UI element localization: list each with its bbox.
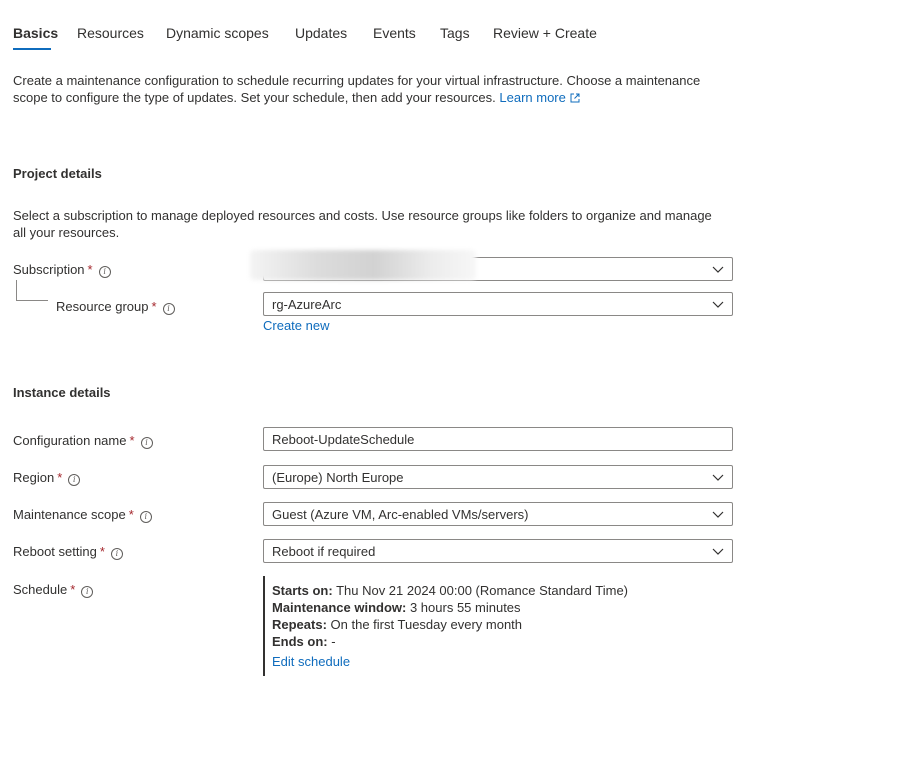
learn-more-label: Learn more [499, 90, 566, 105]
project-details-heading: Project details [13, 166, 102, 181]
schedule-window: Maintenance window: 3 hours 55 minutes [272, 599, 628, 616]
schedule-label-text: Schedule [13, 582, 68, 597]
info-icon[interactable]: i [139, 511, 152, 523]
edit-schedule-link[interactable]: Edit schedule [272, 654, 350, 669]
info-icon[interactable]: i [81, 586, 94, 598]
repeats-label: Repeats: [272, 617, 327, 632]
schedule-ends: Ends on: - [272, 633, 628, 650]
reboot-setting-dropdown[interactable]: Reboot if required [263, 539, 733, 563]
schedule-label: Schedule * i [13, 582, 94, 598]
schedule-summary: Starts on: Thu Nov 21 2024 00:00 (Romanc… [272, 582, 628, 670]
repeats-value: On the first Tuesday every month [330, 617, 523, 632]
redacted-subscription [250, 250, 476, 280]
resource-group-label-text: Resource group [56, 299, 149, 314]
schedule-repeats: Repeats: On the first Tuesday every mont… [272, 616, 628, 633]
intro-description: Create a maintenance configuration to sc… [13, 73, 701, 105]
info-icon[interactable]: i [68, 474, 81, 486]
configuration-name-label-text: Configuration name [13, 433, 127, 448]
info-icon[interactable]: i [110, 548, 123, 560]
create-new-link[interactable]: Create new [263, 318, 329, 333]
chevron-down-icon [712, 511, 724, 518]
resource-group-label: Resource group * i [56, 299, 175, 315]
maintenance-scope-label-text: Maintenance scope [13, 507, 126, 522]
chevron-down-icon [712, 474, 724, 481]
project-details-description: Select a subscription to manage deployed… [13, 208, 712, 240]
maintenance-scope-value: Guest (Azure VM, Arc-enabled VMs/servers… [272, 507, 529, 522]
learn-more-link[interactable]: Learn more [499, 90, 580, 105]
external-link-icon [570, 93, 580, 103]
region-value: (Europe) North Europe [272, 470, 404, 485]
window-value: 3 hours 55 minutes [409, 600, 521, 615]
resource-group-dropdown[interactable]: rg-AzureArc [263, 292, 733, 316]
ends-label: Ends on: [272, 634, 328, 649]
active-tab-indicator [13, 48, 51, 50]
tab-review-create[interactable]: Review + Create [493, 25, 597, 41]
tree-connector-horizontal [16, 300, 48, 301]
starts-value: Thu Nov 21 2024 00:00 (Romance Standard … [336, 583, 629, 598]
window-label: Maintenance window: [272, 600, 407, 615]
region-label: Region * i [13, 470, 81, 486]
region-label-text: Region [13, 470, 55, 485]
starts-label: Starts on: [272, 583, 333, 598]
required-marker: * [70, 582, 76, 597]
chevron-down-icon [712, 548, 724, 555]
schedule-accent-bar [263, 576, 265, 676]
maintenance-scope-dropdown[interactable]: Guest (Azure VM, Arc-enabled VMs/servers… [263, 502, 733, 526]
required-marker: * [99, 544, 105, 559]
reboot-setting-value: Reboot if required [272, 544, 376, 559]
chevron-down-icon [712, 301, 724, 308]
required-marker: * [129, 433, 135, 448]
info-icon[interactable]: i [140, 437, 153, 449]
configuration-name-input[interactable]: Reboot-UpdateSchedule [263, 427, 733, 451]
tab-events[interactable]: Events [373, 25, 416, 41]
required-marker: * [57, 470, 63, 485]
tree-connector-vertical [16, 280, 17, 301]
region-dropdown[interactable]: (Europe) North Europe [263, 465, 733, 489]
reboot-setting-label: Reboot setting * i [13, 544, 123, 560]
reboot-setting-label-text: Reboot setting [13, 544, 97, 559]
required-marker: * [151, 299, 157, 314]
subscription-label-text: Subscription [13, 262, 85, 277]
chevron-down-icon [712, 266, 724, 273]
tab-resources[interactable]: Resources [77, 25, 144, 41]
schedule-starts: Starts on: Thu Nov 21 2024 00:00 (Romanc… [272, 582, 628, 599]
tab-dynamic-scopes[interactable]: Dynamic scopes [166, 25, 269, 41]
required-marker: * [128, 507, 134, 522]
intro-text: Create a maintenance configuration to sc… [13, 72, 713, 106]
configuration-name-label: Configuration name * i [13, 433, 153, 449]
subscription-label: Subscription * i [13, 262, 111, 278]
maintenance-scope-label: Maintenance scope * i [13, 507, 152, 523]
tab-tags[interactable]: Tags [440, 25, 470, 41]
tab-updates[interactable]: Updates [295, 25, 347, 41]
resource-group-value: rg-AzureArc [272, 297, 342, 312]
ends-value: - [331, 634, 336, 649]
required-marker: * [87, 262, 93, 277]
info-icon[interactable]: i [98, 266, 111, 278]
info-icon[interactable]: i [162, 303, 175, 315]
tab-basics[interactable]: Basics [13, 25, 58, 41]
instance-details-heading: Instance details [13, 385, 111, 400]
configuration-name-value: Reboot-UpdateSchedule [272, 432, 415, 447]
